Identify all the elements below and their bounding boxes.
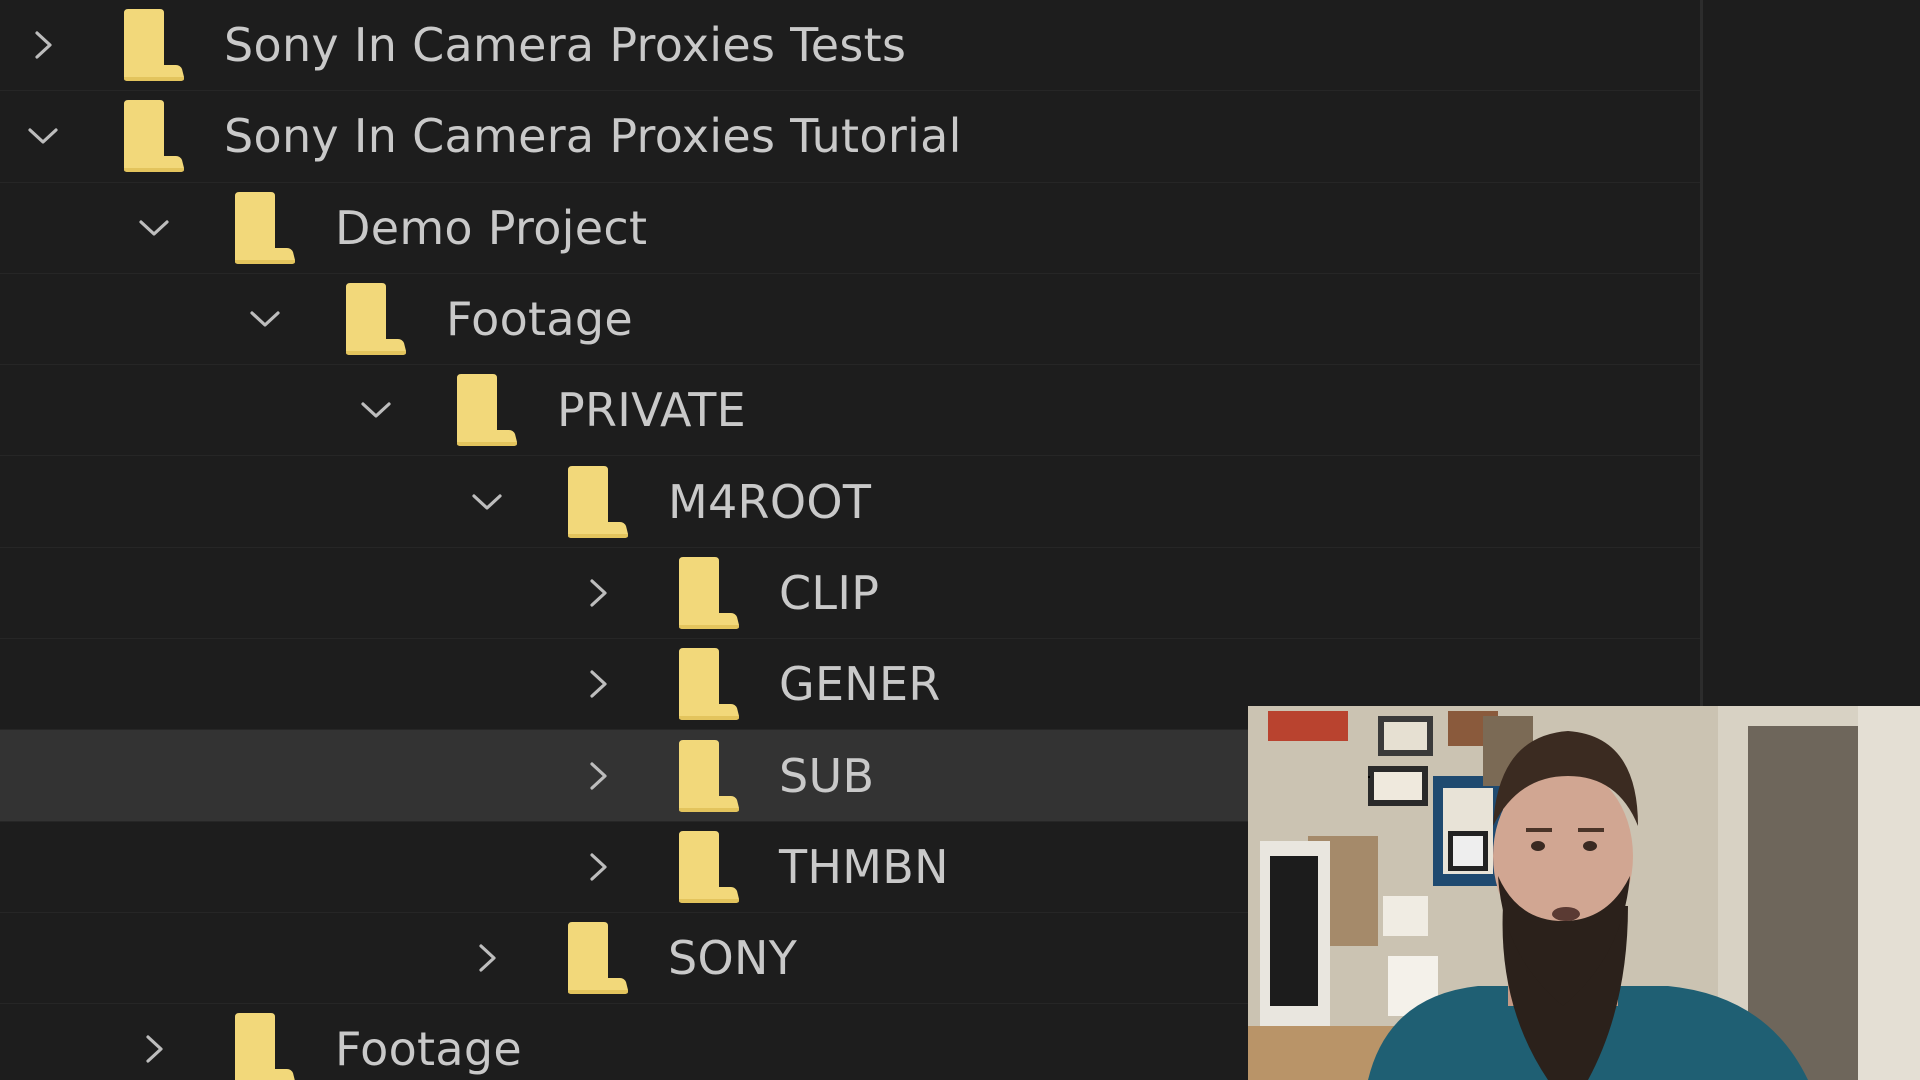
tree-row[interactable]: Sony In Camera Proxies Tests — [0, 0, 1700, 92]
folder-icon — [675, 646, 741, 722]
webcam-overlay — [1248, 706, 1920, 1080]
tree-row-label: Sony In Camera Proxies Tutorial — [224, 109, 962, 164]
tree-row-label: Footage — [335, 1022, 522, 1077]
file-browser-window: Sony In Camera Proxies Tests Sony In Came… — [0, 0, 1920, 1080]
folder-icon — [231, 190, 297, 266]
tree-row-label: Demo Project — [335, 200, 648, 255]
chevron-right-icon[interactable] — [581, 576, 615, 610]
tree-row-label: THMBN — [779, 839, 949, 894]
chevron-down-icon[interactable] — [26, 119, 60, 153]
tree-row-label: SONY — [668, 931, 798, 986]
chevron-right-icon[interactable] — [581, 667, 615, 701]
tree-row-label: Footage — [446, 292, 633, 347]
tree-row-label: SUB — [779, 748, 875, 803]
folder-icon — [564, 464, 630, 540]
tree-row[interactable]: PRIVATE — [0, 365, 1700, 457]
chevron-right-icon[interactable] — [581, 850, 615, 884]
tree-row-label: PRIVATE — [557, 383, 746, 438]
folder-icon — [342, 281, 408, 357]
chevron-right-icon[interactable] — [26, 28, 60, 62]
folder-icon — [120, 7, 186, 83]
tree-row-label: Sony In Camera Proxies Tests — [224, 18, 907, 73]
tree-row[interactable]: CLIP — [0, 548, 1700, 640]
tree-row-label: CLIP — [779, 565, 880, 620]
folder-icon — [120, 98, 186, 174]
tree-row-label: M4ROOT — [668, 474, 872, 529]
chevron-down-icon[interactable] — [470, 485, 504, 519]
chevron-right-icon[interactable] — [470, 941, 504, 975]
chevron-down-icon[interactable] — [137, 211, 171, 245]
folder-icon — [675, 555, 741, 631]
chevron-down-icon[interactable] — [248, 302, 282, 336]
tree-row[interactable]: Footage — [0, 274, 1700, 366]
webcam-image — [1248, 706, 1920, 1080]
chevron-right-icon[interactable] — [137, 1032, 171, 1066]
tree-row[interactable]: Sony In Camera Proxies Tutorial — [0, 91, 1700, 183]
tree-row[interactable]: M4ROOT — [0, 456, 1700, 548]
tree-row-label: GENER — [779, 657, 941, 712]
folder-icon — [675, 829, 741, 905]
folder-icon — [564, 920, 630, 996]
chevron-right-icon[interactable] — [581, 759, 615, 793]
folder-icon — [675, 738, 741, 814]
chevron-down-icon[interactable] — [359, 393, 393, 427]
folder-icon — [231, 1011, 297, 1080]
panel-divider[interactable] — [1700, 0, 1703, 710]
folder-icon — [453, 372, 519, 448]
tree-row[interactable]: Demo Project — [0, 183, 1700, 274]
